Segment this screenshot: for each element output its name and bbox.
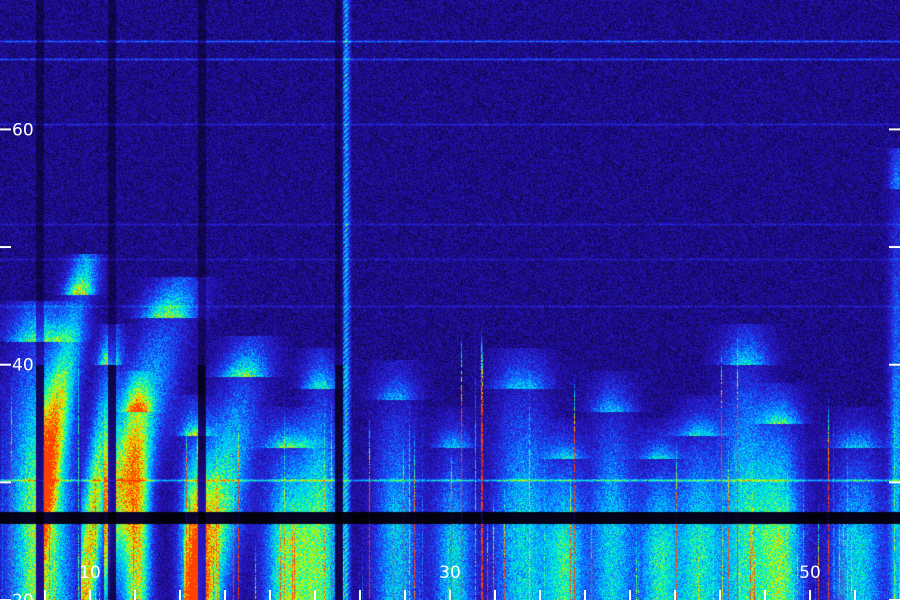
spectrogram-heatmap — [0, 0, 900, 600]
spectrogram-chart: 204060 103050 — [0, 0, 900, 600]
